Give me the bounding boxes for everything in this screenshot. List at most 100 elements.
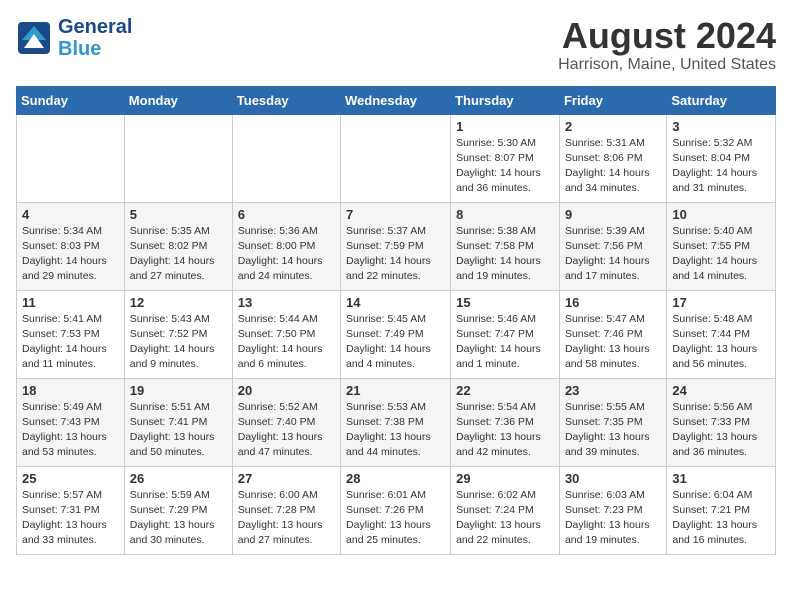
calendar-week-row: 11 Sunrise: 5:41 AM Sunset: 7:53 PM Dayli…: [17, 290, 776, 378]
day-info: Sunrise: 5:54 AM Sunset: 7:36 PM Dayligh…: [456, 400, 554, 461]
calendar-cell: 30 Sunrise: 6:03 AM Sunset: 7:23 PM Dayli…: [559, 466, 666, 554]
calendar-cell: 13 Sunrise: 5:44 AM Sunset: 7:50 PM Dayli…: [232, 290, 340, 378]
day-info: Sunrise: 5:38 AM Sunset: 7:58 PM Dayligh…: [456, 224, 554, 285]
day-info: Sunrise: 5:35 AM Sunset: 8:02 PM Dayligh…: [130, 224, 227, 285]
column-header-sunday: Sunday: [17, 86, 125, 114]
day-info: Sunrise: 5:39 AM Sunset: 7:56 PM Dayligh…: [565, 224, 661, 285]
day-info: Sunrise: 5:31 AM Sunset: 8:06 PM Dayligh…: [565, 136, 661, 197]
day-info: Sunrise: 5:43 AM Sunset: 7:52 PM Dayligh…: [130, 312, 227, 373]
logo: General Blue: [16, 16, 132, 60]
calendar-cell: 22 Sunrise: 5:54 AM Sunset: 7:36 PM Dayli…: [451, 378, 560, 466]
day-number: 28: [346, 471, 445, 486]
day-number: 5: [130, 207, 227, 222]
day-info: Sunrise: 6:04 AM Sunset: 7:21 PM Dayligh…: [672, 488, 770, 549]
day-number: 16: [565, 295, 661, 310]
calendar-cell: 29 Sunrise: 6:02 AM Sunset: 7:24 PM Dayli…: [451, 466, 560, 554]
logo-blue: Blue: [58, 38, 132, 60]
calendar-cell: 27 Sunrise: 6:00 AM Sunset: 7:28 PM Dayli…: [232, 466, 340, 554]
day-number: 26: [130, 471, 227, 486]
calendar-cell: 20Sunrise: 5:52 AM Sunset: 7:40 PM Dayli…: [232, 378, 340, 466]
calendar-cell: 17Sunrise: 5:48 AM Sunset: 7:44 PM Dayli…: [667, 290, 776, 378]
day-info: Sunrise: 6:02 AM Sunset: 7:24 PM Dayligh…: [456, 488, 554, 549]
calendar-week-row: 25Sunrise: 5:57 AM Sunset: 7:31 PM Dayli…: [17, 466, 776, 554]
calendar-cell: 4 Sunrise: 5:34 AM Sunset: 8:03 PM Daylig…: [17, 202, 125, 290]
logo-icon: [16, 20, 52, 56]
calendar-cell: [17, 114, 125, 202]
day-info: Sunrise: 6:03 AM Sunset: 7:23 PM Dayligh…: [565, 488, 661, 549]
day-number: 30: [565, 471, 661, 486]
day-info: Sunrise: 5:34 AM Sunset: 8:03 PM Dayligh…: [22, 224, 119, 285]
day-info: Sunrise: 5:36 AM Sunset: 8:00 PM Dayligh…: [238, 224, 335, 285]
month-title: August 2024: [558, 16, 776, 56]
calendar-cell: 1Sunrise: 5:30 AM Sunset: 8:07 PM Daylig…: [451, 114, 560, 202]
calendar-cell: 15 Sunrise: 5:46 AM Sunset: 7:47 PM Dayli…: [451, 290, 560, 378]
day-number: 24: [672, 383, 770, 398]
day-number: 15: [456, 295, 554, 310]
day-info: Sunrise: 5:59 AM Sunset: 7:29 PM Dayligh…: [130, 488, 227, 549]
calendar-cell: 3 Sunrise: 5:32 AM Sunset: 8:04 PM Daylig…: [667, 114, 776, 202]
calendar-cell: 18 Sunrise: 5:49 AM Sunset: 7:43 PM Dayli…: [17, 378, 125, 466]
day-number: 29: [456, 471, 554, 486]
calendar-cell: 19 Sunrise: 5:51 AM Sunset: 7:41 PM Dayli…: [124, 378, 232, 466]
calendar-cell: 16 Sunrise: 5:47 AM Sunset: 7:46 PM Dayli…: [559, 290, 666, 378]
day-info: Sunrise: 5:40 AM Sunset: 7:55 PM Dayligh…: [672, 224, 770, 285]
day-info: Sunrise: 5:52 AM Sunset: 7:40 PM Dayligh…: [238, 400, 335, 461]
calendar-cell: 31 Sunrise: 6:04 AM Sunset: 7:21 PM Dayli…: [667, 466, 776, 554]
day-number: 23: [565, 383, 661, 398]
calendar-cell: 6 Sunrise: 5:36 AM Sunset: 8:00 PM Daylig…: [232, 202, 340, 290]
day-info: Sunrise: 6:00 AM Sunset: 7:28 PM Dayligh…: [238, 488, 335, 549]
day-number: 6: [238, 207, 335, 222]
day-number: 3: [672, 119, 770, 134]
day-info: Sunrise: 5:47 AM Sunset: 7:46 PM Dayligh…: [565, 312, 661, 373]
day-number: 10: [672, 207, 770, 222]
day-info: Sunrise: 5:41 AM Sunset: 7:53 PM Dayligh…: [22, 312, 119, 373]
day-number: 2: [565, 119, 661, 134]
calendar-cell: 9Sunrise: 5:39 AM Sunset: 7:56 PM Daylig…: [559, 202, 666, 290]
calendar-cell: 7Sunrise: 5:37 AM Sunset: 7:59 PM Daylig…: [341, 202, 451, 290]
day-info: Sunrise: 5:51 AM Sunset: 7:41 PM Dayligh…: [130, 400, 227, 461]
day-info: Sunrise: 5:57 AM Sunset: 7:31 PM Dayligh…: [22, 488, 119, 549]
calendar-cell: 2 Sunrise: 5:31 AM Sunset: 8:06 PM Daylig…: [559, 114, 666, 202]
calendar-cell: 11 Sunrise: 5:41 AM Sunset: 7:53 PM Dayli…: [17, 290, 125, 378]
day-number: 11: [22, 295, 119, 310]
calendar-cell: 5 Sunrise: 5:35 AM Sunset: 8:02 PM Daylig…: [124, 202, 232, 290]
day-info: Sunrise: 5:49 AM Sunset: 7:43 PM Dayligh…: [22, 400, 119, 461]
title-block: August 2024 Harrison, Maine, United Stat…: [558, 16, 776, 74]
calendar-cell: 24Sunrise: 5:56 AM Sunset: 7:33 PM Dayli…: [667, 378, 776, 466]
calendar-cell: 23 Sunrise: 5:55 AM Sunset: 7:35 PM Dayli…: [559, 378, 666, 466]
calendar-cell: 10 Sunrise: 5:40 AM Sunset: 7:55 PM Dayli…: [667, 202, 776, 290]
calendar-week-row: 18 Sunrise: 5:49 AM Sunset: 7:43 PM Dayli…: [17, 378, 776, 466]
calendar-cell: 26 Sunrise: 5:59 AM Sunset: 7:29 PM Dayli…: [124, 466, 232, 554]
day-info: Sunrise: 5:46 AM Sunset: 7:47 PM Dayligh…: [456, 312, 554, 373]
day-number: 14: [346, 295, 445, 310]
calendar-cell: 25Sunrise: 5:57 AM Sunset: 7:31 PM Dayli…: [17, 466, 125, 554]
location-title: Harrison, Maine, United States: [558, 56, 776, 74]
day-info: Sunrise: 5:53 AM Sunset: 7:38 PM Dayligh…: [346, 400, 445, 461]
calendar-cell: 28 Sunrise: 6:01 AM Sunset: 7:26 PM Dayli…: [341, 466, 451, 554]
page-header: General Blue August 2024 Harrison, Maine…: [16, 16, 776, 74]
calendar-cell: [232, 114, 340, 202]
day-number: 12: [130, 295, 227, 310]
column-header-monday: Monday: [124, 86, 232, 114]
calendar-body: 1Sunrise: 5:30 AM Sunset: 8:07 PM Daylig…: [17, 114, 776, 554]
column-header-tuesday: Tuesday: [232, 86, 340, 114]
day-number: 1: [456, 119, 554, 134]
day-number: 18: [22, 383, 119, 398]
day-number: 27: [238, 471, 335, 486]
calendar-cell: [124, 114, 232, 202]
day-number: 7: [346, 207, 445, 222]
day-number: 13: [238, 295, 335, 310]
day-number: 22: [456, 383, 554, 398]
day-info: Sunrise: 5:44 AM Sunset: 7:50 PM Dayligh…: [238, 312, 335, 373]
day-info: Sunrise: 6:01 AM Sunset: 7:26 PM Dayligh…: [346, 488, 445, 549]
day-number: 4: [22, 207, 119, 222]
day-number: 19: [130, 383, 227, 398]
day-number: 17: [672, 295, 770, 310]
day-info: Sunrise: 5:32 AM Sunset: 8:04 PM Dayligh…: [672, 136, 770, 197]
calendar-cell: [341, 114, 451, 202]
day-info: Sunrise: 5:55 AM Sunset: 7:35 PM Dayligh…: [565, 400, 661, 461]
day-number: 31: [672, 471, 770, 486]
calendar-header-row: SundayMondayTuesdayWednesdayThursdayFrid…: [17, 86, 776, 114]
calendar-cell: 8Sunrise: 5:38 AM Sunset: 7:58 PM Daylig…: [451, 202, 560, 290]
column-header-friday: Friday: [559, 86, 666, 114]
